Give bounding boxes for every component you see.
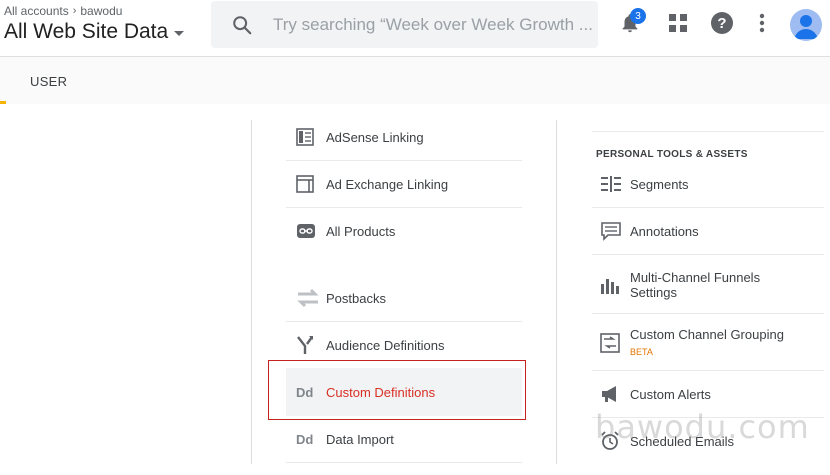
menu-item-label: AdSense Linking — [326, 129, 424, 145]
bar-chart-icon — [594, 276, 630, 294]
property-name: All Web Site Data — [4, 20, 169, 43]
segments-icon — [594, 176, 630, 192]
tab-accent-indicator — [0, 101, 6, 104]
column-divider-right — [556, 120, 557, 464]
divider — [592, 370, 824, 371]
avatar[interactable] — [790, 9, 822, 41]
tab-user[interactable]: USER — [30, 74, 67, 89]
menu-item-label: Segments — [630, 176, 689, 192]
megaphone-icon — [594, 385, 630, 403]
menu-item-label: Custom Alerts — [630, 386, 711, 402]
apps-button[interactable] — [663, 10, 693, 40]
annotations-icon — [594, 221, 630, 241]
property-selector[interactable]: All Web Site Data — [4, 20, 185, 44]
divider — [286, 207, 522, 208]
watermark: bawodu.com — [595, 408, 810, 446]
divider — [592, 131, 824, 132]
search-bar[interactable] — [211, 1, 598, 48]
beta-badge: BETA — [630, 346, 653, 357]
divider — [286, 462, 522, 463]
divider — [286, 160, 522, 161]
notification-count-badge: 3 — [630, 8, 646, 24]
caret-down-icon — [174, 30, 185, 36]
menu-item-label: Custom Channel Grouping — [630, 326, 784, 342]
menu-item-label: All Products — [326, 223, 396, 239]
menu-item-label-group: Multi-Channel Funnels Settings — [630, 270, 760, 300]
apps-grid-icon — [668, 13, 688, 38]
menu-item-label: Postbacks — [326, 290, 386, 306]
selection-highlight-box — [268, 360, 526, 420]
link-icon — [290, 223, 326, 239]
admin-tab-bar: USER — [0, 57, 830, 104]
audience-icon — [290, 335, 326, 355]
divider — [592, 207, 824, 208]
breadcrumb-account[interactable]: bawodu — [80, 4, 122, 18]
help-icon: ? — [710, 11, 734, 40]
menu-item-audience-definitions[interactable]: Audience Definitions — [290, 335, 445, 355]
menu-item-multi-channel-funnels[interactable]: Multi-Channel Funnels Settings — [594, 268, 760, 302]
divider — [592, 313, 824, 314]
menu-item-label: Audience Definitions — [326, 337, 445, 353]
menu-item-ad-exchange-linking[interactable]: Ad Exchange Linking — [290, 174, 448, 194]
menu-item-label-line2: Settings — [630, 285, 677, 300]
menu-item-all-products[interactable]: All Products — [290, 221, 395, 241]
breadcrumb-all-accounts[interactable]: All accounts — [4, 4, 69, 18]
channel-grouping-icon — [594, 333, 630, 353]
chevron-right-icon: › — [72, 5, 77, 17]
postbacks-icon — [290, 288, 326, 308]
ad-exchange-icon — [290, 175, 326, 193]
menu-item-label: Ad Exchange Linking — [326, 176, 449, 192]
breadcrumb: All accounts › bawodu — [4, 4, 122, 18]
menu-item-label: Annotations — [630, 223, 699, 239]
menu-item-label: Data Import — [326, 431, 394, 447]
column-divider-left — [251, 120, 252, 464]
menu-item-custom-alerts[interactable]: Custom Alerts — [594, 384, 711, 404]
menu-item-label-group: Custom Channel Grouping BETA — [630, 327, 784, 360]
search-input[interactable] — [273, 14, 593, 35]
search-icon — [211, 14, 273, 36]
notifications-button[interactable]: 3 — [615, 8, 646, 40]
svg-text:?: ? — [717, 15, 726, 32]
help-button[interactable]: ? — [707, 10, 737, 40]
adsense-icon — [290, 128, 326, 146]
more-options-button[interactable] — [747, 10, 777, 40]
menu-item-adsense-linking[interactable]: AdSense Linking — [290, 127, 424, 147]
menu-item-data-import[interactable]: Dd Data Import — [290, 429, 394, 449]
divider — [592, 254, 824, 255]
top-bar: All accounts › bawodu All Web Site Data … — [0, 0, 830, 57]
dd-icon: Dd — [296, 431, 314, 447]
more-vert-icon — [759, 13, 765, 38]
menu-item-label: Multi-Channel Funnels — [630, 270, 761, 285]
divider — [286, 321, 522, 322]
section-title: PERSONAL TOOLS & ASSETS — [596, 149, 748, 160]
menu-item-segments[interactable]: Segments — [594, 174, 689, 194]
menu-item-custom-channel-grouping[interactable]: Custom Channel Grouping BETA — [594, 327, 784, 359]
menu-item-postbacks[interactable]: Postbacks — [290, 288, 386, 308]
menu-item-annotations[interactable]: Annotations — [594, 221, 699, 241]
